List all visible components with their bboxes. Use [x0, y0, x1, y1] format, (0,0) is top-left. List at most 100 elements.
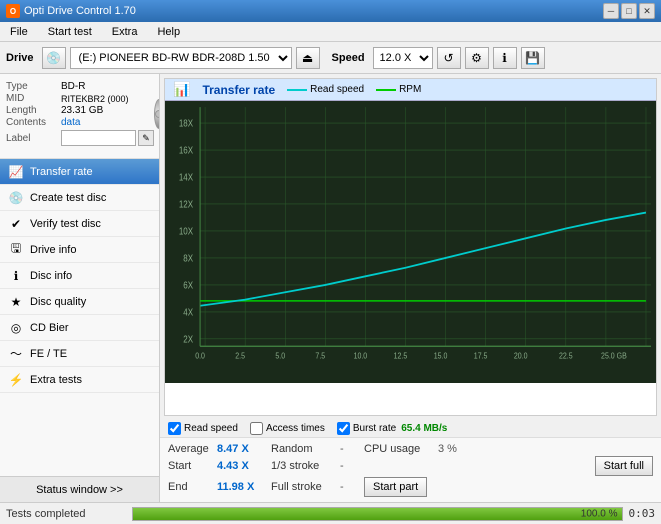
svg-text:2.5: 2.5 — [235, 351, 245, 361]
sidebar-item-label: Drive info — [30, 244, 76, 256]
burst-rate-value: 65.4 MB/s — [401, 423, 447, 434]
title-bar-left: O Opti Drive Control 1.70 — [6, 4, 136, 18]
sidebar-item-drive-info[interactable]: 🖫 Drive info — [0, 237, 159, 263]
cd-bier-icon: ◎ — [8, 320, 24, 336]
start-full-button[interactable]: Start full — [595, 456, 653, 476]
app-icon: O — [6, 4, 20, 18]
disc-info-panel: Type BD-R MID RITEKBR2 (000) Length 23.3… — [0, 74, 159, 159]
menu-help[interactable]: Help — [151, 24, 186, 40]
status-window-button[interactable]: Status window >> — [0, 476, 159, 502]
end-label: End — [168, 481, 213, 493]
burst-rate-checkbox[interactable] — [337, 422, 350, 435]
menu-file[interactable]: File — [4, 24, 34, 40]
chart-icon: 📊 — [173, 81, 190, 98]
drive-icon-btn[interactable]: 💿 — [42, 47, 66, 69]
sidebar: Type BD-R MID RITEKBR2 (000) Length 23.3… — [0, 74, 160, 502]
svg-text:22.5: 22.5 — [559, 351, 573, 361]
legend-read-speed-label: Read speed — [310, 84, 364, 95]
menu-start-test[interactable]: Start test — [42, 24, 98, 40]
status-bar: Tests completed 100.0 % 0:03 — [0, 502, 661, 524]
contents-label: Contents — [6, 117, 61, 128]
sidebar-item-transfer-rate[interactable]: 📈 Transfer rate — [0, 159, 159, 185]
status-text: Tests completed — [6, 508, 126, 520]
disc-header: Type BD-R MID RITEKBR2 (000) Length 23.3… — [6, 80, 153, 148]
minimize-button[interactable]: ─ — [603, 3, 619, 19]
app-title: Opti Drive Control 1.70 — [24, 5, 136, 17]
sidebar-item-extra-tests[interactable]: ⚡ Extra tests — [0, 367, 159, 393]
disc-label-input[interactable] — [61, 130, 136, 146]
cpu-usage-value: 3 % — [438, 443, 478, 455]
svg-text:12X: 12X — [179, 199, 193, 210]
start-part-button[interactable]: Start part — [364, 477, 427, 497]
svg-text:5.0: 5.0 — [275, 351, 285, 361]
chart-area: 18X 16X 14X 12X 10X 8X 6X 4X 2X — [165, 101, 656, 383]
svg-text:6X: 6X — [183, 280, 193, 291]
svg-text:20.0: 20.0 — [514, 351, 528, 361]
menu-bar: File Start test Extra Help — [0, 22, 661, 42]
average-label: Average — [168, 443, 213, 455]
chart-title: Transfer rate — [202, 83, 275, 97]
stroke-label: 1/3 stroke — [271, 460, 336, 472]
menu-extra[interactable]: Extra — [106, 24, 144, 40]
eject-button[interactable]: ⏏ — [296, 47, 320, 69]
length-label: Length — [6, 105, 61, 116]
full-stroke-label: Full stroke — [271, 481, 336, 493]
sidebar-item-fe-te[interactable]: 〜 FE / TE — [0, 341, 159, 367]
progress-bar — [133, 508, 622, 520]
sidebar-item-cd-bier[interactable]: ◎ CD Bier — [0, 315, 159, 341]
progress-text: 100.0 % — [581, 508, 618, 519]
svg-text:17.5: 17.5 — [474, 351, 488, 361]
mid-label: MID — [6, 93, 61, 104]
read-speed-checkbox[interactable] — [168, 422, 181, 435]
read-speed-checkbox-label: Read speed — [184, 423, 238, 434]
transfer-rate-icon: 📈 — [8, 164, 24, 180]
contents-value: data — [61, 117, 80, 128]
legend-read-speed: Read speed — [287, 84, 364, 95]
extra-tests-icon: ⚡ — [8, 372, 24, 388]
disc-edit-button[interactable]: ✎ — [138, 130, 154, 146]
mid-value: RITEKBR2 (000) — [61, 94, 129, 104]
stroke-value: - — [340, 460, 360, 472]
sidebar-item-label: Disc quality — [30, 296, 86, 308]
disc-quality-icon: ★ — [8, 294, 24, 310]
burst-rate-checkbox-item[interactable]: Burst rate 65.4 MB/s — [337, 422, 448, 435]
svg-text:8X: 8X — [183, 253, 193, 264]
main-content: Type BD-R MID RITEKBR2 (000) Length 23.3… — [0, 74, 661, 502]
create-test-disc-icon: 💿 — [8, 190, 24, 206]
checkboxes-row: Read speed Access times Burst rate 65.4 … — [160, 420, 661, 437]
drive-selector[interactable]: (E:) PIONEER BD-RW BDR-208D 1.50 — [70, 47, 292, 69]
stats-row-end: End 11.98 X Full stroke - Start part — [168, 477, 653, 497]
save-button[interactable]: 💾 — [521, 47, 545, 69]
sidebar-item-verify-test-disc[interactable]: ✔ Verify test disc — [0, 211, 159, 237]
sidebar-item-create-test-disc[interactable]: 💿 Create test disc — [0, 185, 159, 211]
svg-text:10X: 10X — [179, 226, 193, 237]
close-button[interactable]: ✕ — [639, 3, 655, 19]
refresh-button[interactable]: ↺ — [437, 47, 461, 69]
speed-selector[interactable]: 12.0 X ↓ — [373, 47, 433, 69]
info-button[interactable]: ℹ — [493, 47, 517, 69]
sidebar-item-label: CD Bier — [30, 322, 69, 334]
maximize-button[interactable]: □ — [621, 3, 637, 19]
type-value: BD-R — [61, 81, 85, 92]
drive-info-icon: 🖫 — [8, 242, 24, 258]
chart-header: 📊 Transfer rate Read speed RPM — [165, 79, 656, 101]
access-times-checkbox[interactable] — [250, 422, 263, 435]
access-times-checkbox-label: Access times — [266, 423, 325, 434]
read-speed-checkbox-item[interactable]: Read speed — [168, 422, 238, 435]
svg-text:10.0: 10.0 — [354, 351, 368, 361]
sidebar-item-label: Create test disc — [30, 192, 106, 204]
title-bar-controls[interactable]: ─ □ ✕ — [603, 3, 655, 19]
svg-text:12.5: 12.5 — [394, 351, 408, 361]
settings-button[interactable]: ⚙ — [465, 47, 489, 69]
sidebar-item-disc-info[interactable]: ℹ Disc info — [0, 263, 159, 289]
drive-label: Drive — [6, 52, 34, 64]
svg-text:0.0: 0.0 — [195, 351, 205, 361]
right-content: 📊 Transfer rate Read speed RPM — [160, 74, 661, 502]
sidebar-item-label: Transfer rate — [30, 166, 93, 178]
end-value: 11.98 X — [217, 481, 267, 493]
access-times-checkbox-item[interactable]: Access times — [250, 422, 325, 435]
sidebar-item-label: Extra tests — [30, 374, 82, 386]
random-value: - — [340, 443, 360, 455]
sidebar-item-disc-quality[interactable]: ★ Disc quality — [0, 289, 159, 315]
random-label: Random — [271, 443, 336, 455]
